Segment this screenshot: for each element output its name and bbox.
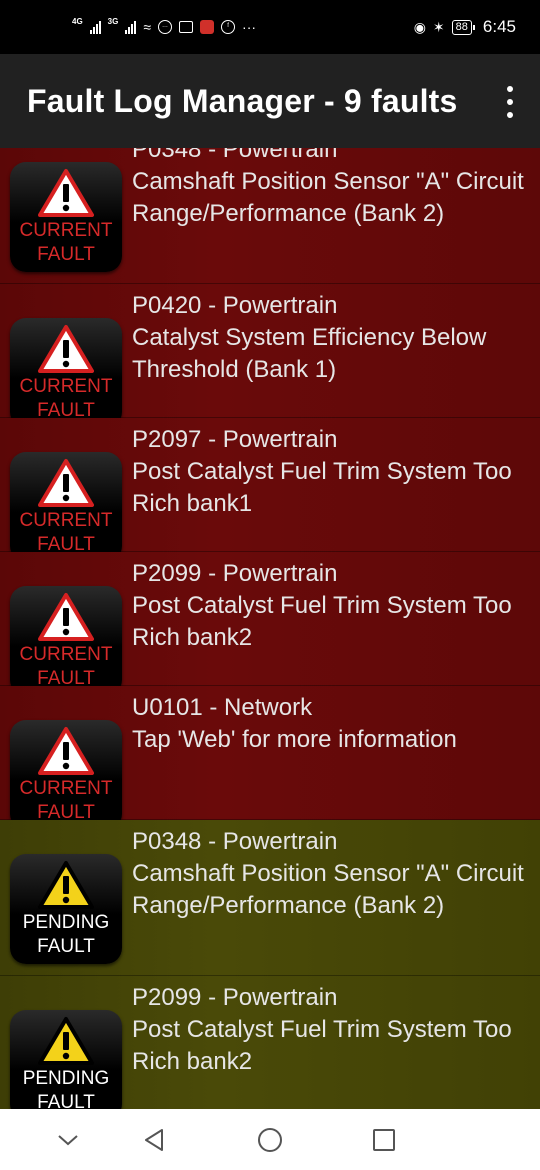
status-bar-right: ◉ ✶ 88 6:45: [414, 17, 516, 37]
badge-status-label: CURRENT: [19, 778, 113, 799]
eye-icon: ◉: [413, 19, 426, 35]
badge-status-label: CURRENT: [19, 644, 113, 665]
fault-row[interactable]: CURRENT FAULT P0348 - Powertrain Camshaf…: [0, 148, 540, 284]
system-nav-bar: [0, 1109, 540, 1170]
home-icon[interactable]: [255, 1125, 285, 1155]
huawei-icon: [200, 20, 215, 34]
facebook-icon: f: [221, 20, 236, 34]
app-bar: Fault Log Manager - 9 faults: [0, 54, 540, 148]
fault-row[interactable]: CURRENT FAULT P0420 - Powertrain Catalys…: [0, 284, 540, 428]
back-icon[interactable]: [139, 1125, 169, 1155]
badge-fault-label: FAULT: [37, 244, 95, 265]
fault-text: P2099 - Powertrain Post Catalyst Fuel Tr…: [132, 558, 532, 654]
collapse-icon[interactable]: [53, 1125, 83, 1155]
bluetooth-icon: ✶: [432, 19, 445, 35]
badge-status-label: CURRENT: [19, 376, 113, 397]
fault-description: Catalyst System Efficiency Below Thresho…: [132, 324, 487, 383]
fault-row[interactable]: CURRENT FAULT P2099 - Powertrain Post Ca…: [0, 552, 540, 696]
fault-code: P2097 - Powertrain: [132, 426, 338, 453]
warning-icon: [38, 727, 94, 775]
fault-row[interactable]: PENDING FAULT P0348 - Powertrain Camshaf…: [0, 820, 540, 976]
fault-status-badge: CURRENT FAULT: [10, 452, 122, 562]
status-bar: 4G 3G ≈ … f ··· ◉ ✶ 88 6:45: [0, 0, 540, 54]
badge-status-label: CURRENT: [19, 510, 113, 531]
fault-text: P0420 - Powertrain Catalyst System Effic…: [132, 290, 532, 386]
fault-code: P2099 - Powertrain: [132, 984, 338, 1011]
fault-status-badge: CURRENT FAULT: [10, 318, 122, 428]
warning-icon: [38, 1017, 94, 1065]
badge-fault-label: FAULT: [37, 1092, 95, 1109]
more-vert-icon[interactable]: [504, 86, 516, 118]
link-icon: ≈: [143, 19, 152, 35]
more-notifications-label: ···: [242, 19, 257, 35]
fault-text: P2097 - Powertrain Post Catalyst Fuel Tr…: [132, 424, 532, 520]
recents-icon[interactable]: [369, 1125, 399, 1155]
fault-description: Post Catalyst Fuel Trim System Too Rich …: [132, 1016, 512, 1075]
fault-code: U0101 - Network: [132, 694, 313, 721]
fault-status-badge: CURRENT FAULT: [10, 162, 122, 272]
fault-status-badge: PENDING FAULT: [10, 1010, 122, 1109]
warning-icon: [38, 325, 94, 373]
fault-description: Post Catalyst Fuel Trim System Too Rich …: [132, 592, 512, 651]
fault-row[interactable]: CURRENT FAULT P2097 - Powertrain Post Ca…: [0, 418, 540, 562]
fault-text: P0348 - Powertrain Camshaft Position Sen…: [132, 148, 532, 230]
signal-icon: [89, 20, 101, 34]
fault-text: U0101 - Network Tap 'Web' for more infor…: [132, 692, 532, 756]
fault-description: Camshaft Position Sensor "A" Circuit Ran…: [132, 860, 524, 919]
calendar-icon: [179, 21, 194, 33]
warning-icon: [38, 593, 94, 641]
fault-code: P0348 - Powertrain: [132, 148, 338, 163]
page-title: Fault Log Manager - 9 faults: [27, 82, 458, 119]
warning-icon: [38, 459, 94, 507]
fault-code: P2099 - Powertrain: [132, 560, 338, 587]
message-icon: …: [158, 20, 173, 34]
fault-list-content: CURRENT FAULT P0348 - Powertrain Camshaf…: [0, 148, 540, 1109]
fault-text: P2099 - Powertrain Post Catalyst Fuel Tr…: [132, 982, 532, 1078]
fault-status-badge: CURRENT FAULT: [10, 586, 122, 696]
network-type-label: 3G: [107, 16, 119, 26]
fault-description: Post Catalyst Fuel Trim System Too Rich …: [132, 458, 512, 517]
network-type-label: 4G: [72, 16, 83, 26]
fault-description: Tap 'Web' for more information: [132, 726, 457, 753]
warning-icon: [38, 861, 94, 909]
battery-icon: 88: [451, 19, 476, 35]
fault-row[interactable]: CURRENT FAULT U0101 - Network Tap 'Web' …: [0, 686, 540, 830]
fault-description: Camshaft Position Sensor "A" Circuit Ran…: [132, 168, 524, 227]
fault-text: P0348 - Powertrain Camshaft Position Sen…: [132, 826, 532, 922]
badge-status-label: PENDING: [22, 1068, 110, 1089]
fault-code: P0348 - Powertrain: [132, 828, 338, 855]
fault-status-badge: CURRENT FAULT: [10, 720, 122, 830]
badge-fault-label: FAULT: [37, 936, 95, 957]
warning-icon: [38, 169, 94, 217]
fault-list[interactable]: CURRENT FAULT P0348 - Powertrain Camshaf…: [0, 148, 540, 1109]
fault-status-badge: PENDING FAULT: [10, 854, 122, 964]
badge-status-label: PENDING: [22, 912, 110, 933]
status-bar-left: 4G 3G ≈ … f ···: [72, 16, 257, 35]
clock: 6:45: [482, 17, 516, 36]
signal-icon: [125, 20, 137, 34]
fault-row[interactable]: PENDING FAULT P2099 - Powertrain Post Ca…: [0, 976, 540, 1109]
fault-code: P0420 - Powertrain: [132, 292, 338, 319]
badge-status-label: CURRENT: [19, 220, 113, 241]
